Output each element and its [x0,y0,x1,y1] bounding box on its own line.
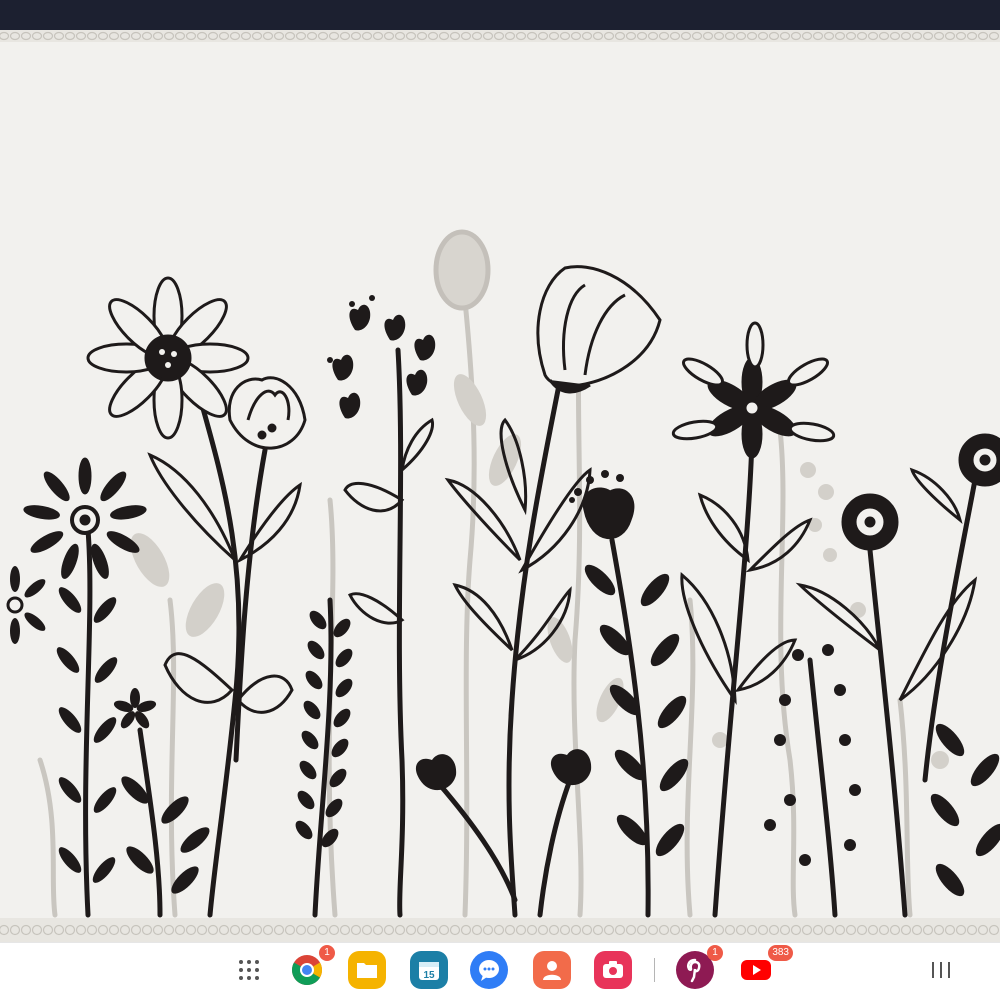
status-bar [0,0,1000,30]
play-icon [741,960,771,980]
person-icon [543,961,561,980]
notification-badge: 1 [707,945,723,961]
notification-badge: 1 [319,945,335,961]
chrome-app-icon[interactable]: 1 [288,945,335,989]
camera-icon [603,961,623,978]
dock-separator [654,958,655,982]
my-files-app-icon[interactable] [348,951,386,989]
home-wallpaper [0,30,1000,942]
calendar-day: 15 [423,970,435,981]
notification-badge: 383 [768,945,793,961]
calendar-app-icon[interactable]: 15 [410,951,448,989]
app-drawer-button[interactable] [230,951,268,989]
recents-icon [932,962,950,978]
chrome-icon [291,955,323,986]
chat-bubble-icon [479,960,499,981]
recents-button[interactable] [922,951,960,989]
messages-app-icon[interactable] [470,951,508,989]
pinterest-icon [687,958,701,983]
screen-recorder-app-icon[interactable] [594,951,632,989]
floral-wallpaper-illustration [0,30,1000,942]
folder-icon [357,963,377,978]
youtube-app-icon[interactable]: 383 [737,945,793,989]
contacts-app-icon[interactable] [533,951,571,989]
calendar-icon: 15 [419,962,439,981]
taskbar-dock: 1 15 1 383 [0,942,1000,998]
pinterest-app-icon[interactable]: 1 [676,945,723,989]
grid-icon [239,960,259,980]
